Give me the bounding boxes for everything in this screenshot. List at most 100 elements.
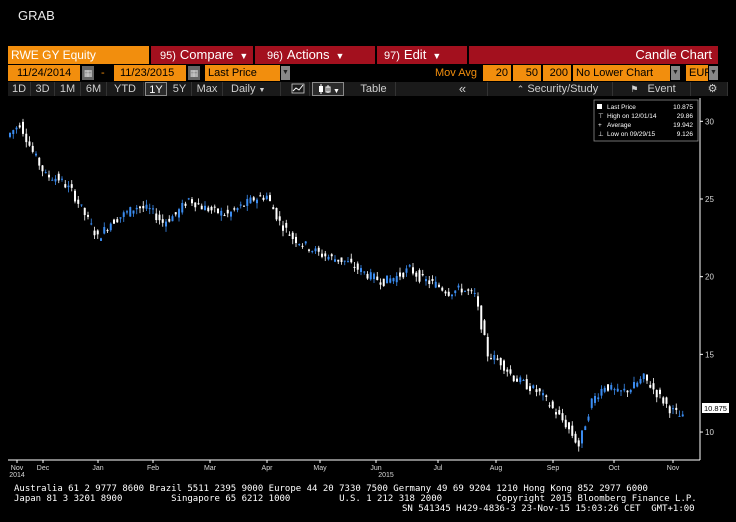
candle-body [412, 267, 414, 274]
candle-body [285, 222, 288, 228]
last-price-tag: 10.875 [702, 403, 729, 413]
candle-body [470, 290, 473, 292]
candle-body [464, 290, 466, 292]
candle-body [616, 388, 619, 392]
price-chart[interactable]: 10 15 20 25 30 Nov Dec Jan Feb Mar Apr May Jun Jul Au… [0, 0, 736, 522]
candle-body [496, 358, 499, 360]
candle-body [308, 249, 310, 251]
candle-body [135, 207, 138, 210]
x-tick-label: May [313, 465, 327, 472]
candle-body [233, 208, 236, 210]
candle-body [425, 279, 427, 282]
candle-body [145, 204, 148, 209]
candle-body [366, 273, 369, 279]
candle-body [538, 388, 541, 392]
footer-line-2: Japan 81 3 3201 8900 Singapore 65 6212 1… [14, 494, 697, 504]
candle-body [327, 256, 330, 260]
candle-body [122, 212, 125, 217]
candle-body [402, 272, 405, 278]
candle-body [405, 268, 408, 273]
candle-body [672, 408, 674, 410]
candle-body [360, 268, 362, 272]
candle-body [662, 397, 665, 404]
candle-body [340, 257, 343, 263]
candle-body [477, 296, 479, 307]
candle-body [519, 377, 522, 383]
candle-body [220, 210, 223, 216]
candle-body [503, 360, 505, 371]
candle-body [148, 207, 151, 210]
candle-body [652, 383, 655, 390]
candles-group [9, 118, 684, 452]
candle-body [678, 415, 681, 417]
candle-body [311, 251, 314, 253]
candle-body [152, 208, 154, 210]
candle-body [555, 412, 557, 415]
candle-body [395, 276, 398, 283]
candle-body [584, 426, 587, 431]
candle-body [587, 416, 590, 421]
candle-body [639, 378, 642, 384]
candle-body [256, 199, 258, 204]
x-tick-label: Feb [147, 465, 159, 472]
candle-body [158, 214, 161, 221]
candle-body [168, 218, 171, 222]
candle-body [444, 291, 447, 294]
x-tick-label: Dec [37, 465, 50, 472]
candle-body [38, 157, 41, 166]
candle-body [12, 130, 15, 135]
candle-body [213, 206, 216, 208]
candle-body [659, 389, 661, 395]
candle-body [473, 292, 476, 294]
candle-body [675, 407, 678, 410]
candle-body [499, 358, 502, 366]
x-tick-label: Jun [370, 465, 381, 472]
candle-body [363, 271, 366, 273]
candle-body [642, 373, 645, 380]
candle-body [57, 173, 60, 181]
y-tick-label: 20 [705, 273, 714, 282]
candle-body [594, 395, 596, 403]
footer-line-3: SN 541345 H429-4836-3 23-Nov-15 15:03:26… [402, 504, 695, 514]
candle-body [382, 278, 385, 286]
candle-body [67, 185, 70, 188]
candle-body [54, 178, 57, 182]
candle-body [574, 433, 577, 443]
candle-body [681, 414, 684, 417]
average-icon: + [598, 122, 602, 129]
candle-body [275, 207, 278, 220]
candle-body [236, 208, 239, 211]
candle-body [337, 259, 340, 262]
candle-body [74, 190, 76, 202]
candle-body [291, 232, 294, 240]
candle-body [252, 197, 255, 201]
candle-body [35, 153, 37, 156]
legend-label-low: Low on 09/29/15 [607, 131, 655, 138]
candle-body [41, 165, 44, 172]
candle-body [571, 425, 574, 436]
candle-body [132, 210, 135, 214]
candle-body [223, 215, 226, 217]
candle-body [613, 389, 616, 391]
candle-body [347, 261, 349, 263]
candle-body [646, 374, 648, 381]
candle-body [171, 216, 174, 222]
candle-body [31, 145, 34, 152]
legend-label-average: Average [607, 122, 631, 129]
candle-body [80, 204, 83, 206]
candle-body [165, 221, 167, 227]
candle-body [249, 197, 252, 204]
candle-body [126, 211, 128, 213]
low-icon: ⊥ [598, 131, 604, 138]
x-tick-label: Nov [11, 465, 24, 472]
candle-body [516, 378, 518, 382]
candle-body [116, 219, 119, 223]
candle-body [577, 440, 580, 447]
candle-body [568, 422, 570, 430]
candle-body [522, 379, 525, 381]
candle-body [259, 195, 262, 197]
candle-body [438, 284, 440, 287]
candle-body [467, 289, 470, 291]
candle-body [197, 203, 200, 205]
candle-body [353, 266, 356, 269]
